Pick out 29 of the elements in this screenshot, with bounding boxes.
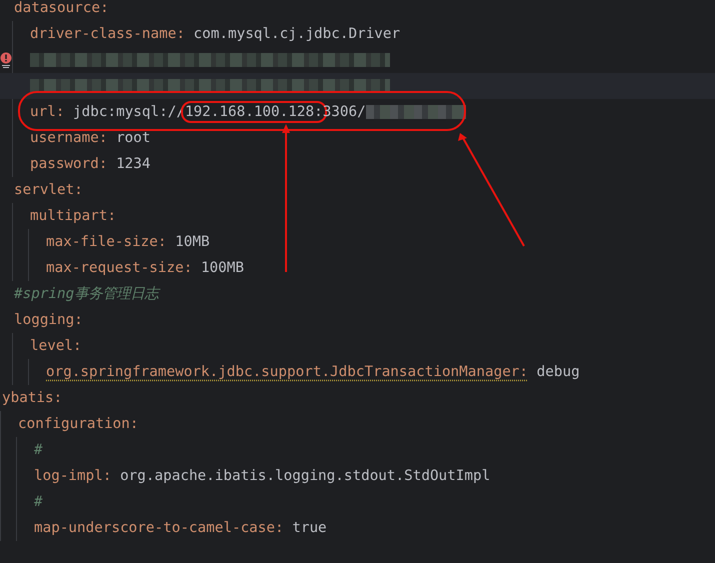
- yaml-comment: #: [34, 442, 43, 458]
- yaml-key: org.springframework.jdbc.support.JdbcTransactionManager:: [46, 364, 528, 380]
- yaml-key: driver-class-name:: [30, 26, 185, 42]
- yaml-value: 192.168.100.128:: [184, 104, 323, 120]
- yaml-value: org.apache.ibatis.logging.stdout.StdOutImpl: [120, 468, 490, 484]
- yaml-value: true: [292, 520, 327, 536]
- yaml-key: level:: [30, 338, 82, 354]
- yaml-key: ybatis:: [2, 390, 62, 406]
- yaml-key: logging:: [14, 312, 83, 328]
- error-icon[interactable]: [0, 52, 12, 68]
- yaml-key: password:: [30, 156, 108, 172]
- yaml-value: com.mysql.cj.jdbc.Driver: [194, 26, 400, 42]
- yaml-key: configuration:: [18, 416, 139, 432]
- yaml-key: log-impl:: [34, 468, 112, 484]
- yaml-key: map-underscore-to-camel-case:: [34, 520, 284, 536]
- yaml-comment: #spring事务管理日志: [14, 286, 158, 302]
- yaml-key: datasource:: [14, 0, 109, 16]
- yaml-key: max-file-size:: [46, 234, 167, 250]
- yaml-key: multipart:: [30, 208, 116, 224]
- yaml-value: 1234: [116, 156, 151, 172]
- yaml-key: servlet:: [14, 182, 83, 198]
- yaml-value: debug: [536, 364, 580, 380]
- yaml-comment: #: [34, 494, 43, 510]
- yaml-value: root: [116, 130, 151, 146]
- yaml-value: 10MB: [175, 234, 210, 250]
- yaml-key: max-request-size:: [46, 260, 192, 276]
- yaml-key: url:: [30, 104, 64, 120]
- yaml-key: username:: [30, 130, 108, 146]
- yaml-value: 100MB: [200, 260, 244, 276]
